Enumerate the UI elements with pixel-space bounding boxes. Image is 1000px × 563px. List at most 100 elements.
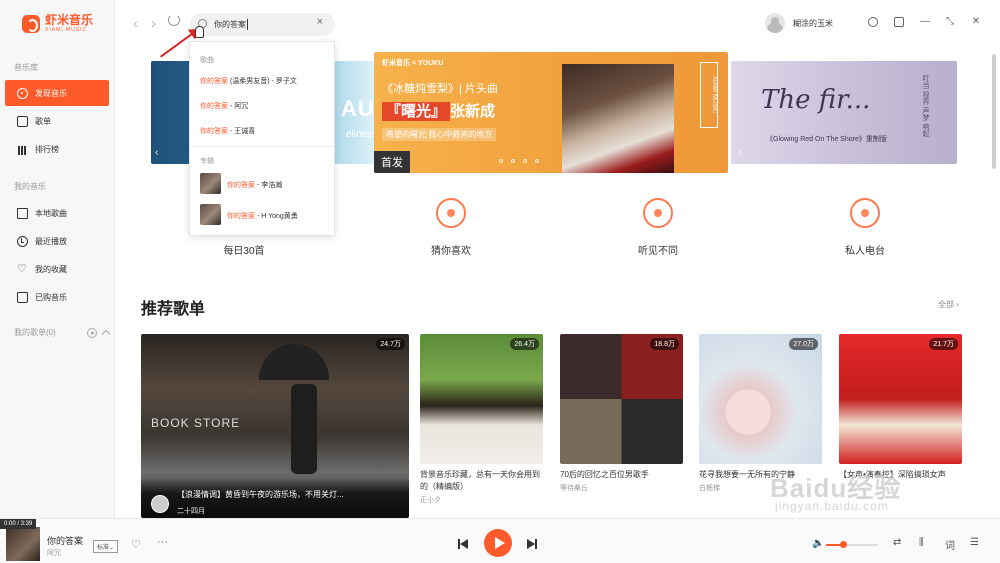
suggestion-song[interactable]: 你的答案 (温柔男友音) - 罗子文 [200,76,297,86]
quick-link-radio[interactable]: 私人电台 [820,198,910,257]
quick-link-label: 猜你喜欢 [431,246,471,257]
repeat-mode-icon[interactable]: ⇄ [893,537,901,548]
search-input[interactable]: 你的答案 × [190,13,335,36]
like-heart-icon[interactable]: ♡ [131,538,141,551]
restore-icon[interactable]: ⤡ [945,17,955,27]
banner-dot[interactable] [511,159,515,163]
logo-title: 虾米音乐 [45,13,94,27]
banner-left-subtext: eliness [346,129,375,140]
playback-time: 0:00 / 3:39 [0,519,37,529]
scrollbar[interactable] [992,54,996,169]
suggestion-match: 你的答案 [227,182,255,189]
playlist-author: 正小夕 [420,497,441,504]
sidebar: 虾米音乐 XIAMI MUSIC 音乐库 发现音乐 歌单 排行榜 我的音乐 本地… [0,0,115,518]
view-all-link[interactable]: 全部 › [938,299,959,310]
suggestion-song[interactable]: 你的答案 - 阿冗 [200,101,248,111]
sidebar-item-recent[interactable]: 最近播放 [5,228,109,254]
user-menu[interactable]: 糊涂的玉米 [765,13,833,33]
banner-prev-icon[interactable]: ‹ [155,147,158,158]
suggest-section-albums: 专辑 [200,158,214,165]
quality-label: 标准 [97,545,110,551]
more-icon[interactable]: ··· [157,536,168,548]
sidebar-item-local[interactable]: 本地歌曲 [5,200,109,226]
banner-center[interactable]: 虾米音乐 × YOUKU 《冰糖炖雪梨》| 片头曲 『曙光』 张新成 希望的曙光 … [374,52,728,173]
playlist-cover: 21.7万 [839,334,962,464]
suggestion-album[interactable]: 你的答案 - 李浩瀚 [227,180,282,190]
suggestion-song[interactable]: 你的答案 - 王诚喜 [200,126,255,136]
next-track-icon[interactable] [527,539,537,549]
quick-link-label: 每日30首 [223,246,265,257]
message-icon[interactable] [894,17,904,27]
playlist-card[interactable]: 18.8万 70后的回忆之百位男歌手 等待桑丘 [560,334,683,493]
forward-arrow-icon[interactable]: › [151,15,156,32]
divider [190,146,334,147]
featured-image-text: BOOK STORE [151,416,241,430]
volume-slider[interactable] [826,541,878,548]
playlist-card[interactable]: 26.4万 背景音乐珍藏，总有一天你会用到的（精编版） 正小夕 [420,334,543,505]
banner-dot[interactable] [523,159,527,163]
sidebar-item-label: 本地歌曲 [35,208,67,218]
banner-left-text: AUV [341,96,375,121]
banner-dot[interactable] [499,159,503,163]
quality-select[interactable]: 标准⌄ [93,540,119,553]
lyrics-icon[interactable]: 词 [945,537,955,552]
radio-icon [850,198,880,228]
search-suggestions: 歌曲 你的答案 (温柔男友音) - 罗子文 你的答案 - 阿冗 你的答案 - 王… [189,41,335,236]
sidebar-item-playlists[interactable]: 歌单 [5,108,109,134]
play-button[interactable] [484,529,512,557]
quick-link-guess[interactable]: 猜你喜欢 [406,198,496,257]
clear-search-icon[interactable]: × [317,16,323,28]
refresh-icon[interactable] [168,14,180,26]
quick-link-label: 听见不同 [638,246,678,257]
playlist-card-featured[interactable]: BOOK STORE 24.7万 【浪漫情调】黄昏到午夜的游乐场，不用关灯...… [141,334,409,518]
sidebar-item-favorites[interactable]: ♡ 我的收藏 [5,256,109,282]
playlist-card[interactable]: 21.7万 【女声•演奏控】深陷搞琐女声 [839,334,962,483]
quick-link-different[interactable]: 听见不同 [613,198,703,257]
playlist-name: 背景音乐珍藏，总有一天你会用到的（精编版） [420,470,540,491]
suggestion-album[interactable]: 你的答案 - H Yong黄勇 [227,211,298,221]
minimize-icon[interactable]: — [920,17,930,27]
chevron-up-icon[interactable] [101,329,111,338]
featured-title: 【浪漫情调】黄昏到午夜的游乐场，不用关灯... [177,490,344,499]
sidebar-item-discover[interactable]: 发现音乐 [5,80,109,106]
sidebar-item-purchased[interactable]: 已购音乐 [5,284,109,310]
suggestion-rest: (温柔男友音) - 罗子文 [228,78,297,85]
playlist-queue-icon[interactable]: ☰ [970,537,979,548]
now-playing-cover[interactable] [6,527,40,561]
sidebar-item-charts[interactable]: 排行榜 [5,136,109,162]
section-library-title: 音乐库 [14,63,38,72]
equalizer-icon[interactable]: ⫼ [919,537,924,548]
now-playing-artist[interactable]: 阿冗 [47,548,61,558]
now-playing-title[interactable]: 你的答案 [47,534,83,547]
volume-icon[interactable]: 🔈 [812,538,824,549]
suggest-section-songs: 歌曲 [200,57,214,64]
heart-icon: ♡ [17,262,27,275]
play-count-badge: 26.4万 [510,338,539,350]
settings-icon[interactable] [868,17,878,27]
banner-right-vertical: 叮当 视界 声梦 响起 [922,75,929,137]
banner-dots [499,159,539,163]
sidebar-item-label: 发现音乐 [35,88,67,98]
volume-knob[interactable] [839,541,847,548]
close-window-icon[interactable]: ✕ [971,17,981,27]
suggestion-rest: - 王诚喜 [228,128,256,135]
view-all-label: 全部 [938,300,954,309]
section-mine-title: 我的音乐 [14,182,46,191]
banner-tag: 首发 [374,151,410,173]
my-playlists-header[interactable]: 我的歌单(0) [14,327,111,338]
featured-author: 二十四月 [177,508,205,515]
sidebar-item-label: 已购音乐 [35,292,67,302]
search-value: 你的答案 [214,19,248,30]
banner-right[interactable]: The fir... 《Glowing Red On The Shore》重制版… [731,61,957,164]
app-logo[interactable]: 虾米音乐 XIAMI MUSIC [22,14,93,33]
sidebar-item-label: 歌单 [35,116,51,126]
album-thumbnail [200,173,221,194]
banner-dot[interactable] [535,159,539,163]
play-all-icon[interactable] [87,327,97,338]
back-arrow-icon[interactable]: ‹ [133,15,138,32]
banner-next-icon[interactable]: ‹ [738,147,741,158]
avatar [151,495,169,513]
previous-track-icon[interactable] [458,539,468,549]
suggestion-match: 你的答案 [227,213,255,220]
clock-icon [17,235,28,247]
